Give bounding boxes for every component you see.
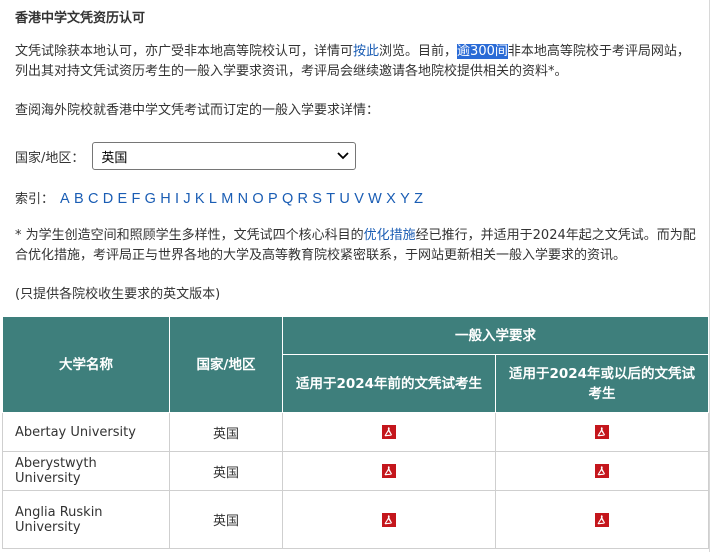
index-letter[interactable]: U <box>339 191 349 207</box>
country-filter-label: 国家/地区： <box>15 150 85 166</box>
index-letter[interactable]: O <box>252 191 263 207</box>
index-letter[interactable]: J <box>183 191 190 207</box>
university-country: 英国 <box>169 451 283 491</box>
index-letter[interactable]: R <box>298 191 308 207</box>
pdf-icon[interactable] <box>595 464 609 478</box>
country-filter: 国家/地区： 英国 <box>15 142 357 170</box>
intro-text: 文凭试除获本地认可，亦广受非本地高等院校认可，详情可 <box>15 44 354 59</box>
university-name: Abertay University <box>2 412 170 452</box>
pdf-before-2024-cell <box>282 490 496 549</box>
index-letter[interactable]: F <box>131 191 140 207</box>
index-letter[interactable]: N <box>238 191 248 207</box>
pdf-before-2024-cell <box>282 451 496 491</box>
index-letter[interactable]: I <box>175 191 179 207</box>
country-select[interactable]: 英国 <box>92 142 357 170</box>
index-letter[interactable]: L <box>209 191 217 207</box>
table-row: Anglia Ruskin University 英国 <box>2 490 709 549</box>
index-letter[interactable]: B <box>74 191 84 207</box>
index-letter[interactable]: V <box>354 191 364 207</box>
pdf-from-2024-cell <box>495 412 709 452</box>
index-letter[interactable]: P <box>268 191 278 207</box>
index-letter[interactable]: C <box>88 191 98 207</box>
pdf-from-2024-cell <box>495 451 709 491</box>
index-letter[interactable]: S <box>312 191 322 207</box>
pdf-from-2024-cell <box>495 490 709 549</box>
lookup-instruction: 查阅海外院校就香港中学文凭考试而订定的一般入学要求详情： <box>15 103 380 118</box>
index-letter[interactable]: W <box>368 191 382 207</box>
index-letter[interactable]: K <box>195 191 205 207</box>
pdf-icon[interactable] <box>382 464 396 478</box>
intro-paragraph: 文凭试除获本地认可，亦广受非本地高等院校认可，详情可按此浏览。目前，逾300间非… <box>15 42 697 82</box>
click-here-link[interactable]: 按此 <box>353 44 379 59</box>
university-country: 英国 <box>169 490 283 549</box>
university-name: Aberystwyth University <box>2 451 170 491</box>
index-letter[interactable]: Q <box>282 191 293 207</box>
note-text: * 为学生创造空间和照顾学生多样性，文凭试四个核心科目的 <box>15 228 364 243</box>
optimization-measures-link[interactable]: 优化措施 <box>364 228 416 243</box>
header-from-2024: 适用于2024年或以后的文凭试考生 <box>495 354 709 413</box>
index-letter[interactable]: M <box>221 191 233 207</box>
university-table: 大学名称 国家/地区 一般入学要求 适用于2024年前的文凭试考生 适用于202… <box>2 316 709 549</box>
index-letter[interactable]: D <box>103 191 113 207</box>
index-label: 索引： <box>15 192 55 207</box>
pdf-icon[interactable] <box>595 425 609 439</box>
index-letter[interactable]: G <box>145 191 156 207</box>
table-row: Abertay University 英国 <box>2 412 709 452</box>
index-letter[interactable]: H <box>160 191 170 207</box>
country-select-value: 英国 <box>101 150 128 166</box>
pdf-before-2024-cell <box>282 412 496 452</box>
header-requirements: 一般入学要求 <box>282 316 709 355</box>
index-letters: ABCDEFGHIJKLMNOPQRSTUVWXYZ <box>60 191 427 207</box>
highlighted-text: 逾300间 <box>457 44 508 59</box>
table-row: Aberystwyth University 英国 <box>2 451 709 491</box>
index-letter[interactable]: X <box>386 191 396 207</box>
english-version-note: (只提供各院校收生要求的英文版本) <box>15 287 221 302</box>
index-letter[interactable]: Z <box>414 191 423 207</box>
note-paragraph: * 为学生创造空间和照顾学生多样性，文凭试四个核心科目的优化措施经已推行，并适用… <box>15 226 697 266</box>
intro-text-2: 浏览。目前， <box>379 44 458 59</box>
page-title: 香港中学文凭资历认可 <box>15 11 146 26</box>
index-letter[interactable]: Y <box>400 191 410 207</box>
pdf-icon[interactable] <box>382 512 396 527</box>
index-letter[interactable]: T <box>326 191 335 207</box>
university-name: Anglia Ruskin University <box>2 490 170 549</box>
header-country: 国家/地区 <box>169 316 283 413</box>
index-letter[interactable]: E <box>118 191 128 207</box>
header-before-2024: 适用于2024年前的文凭试考生 <box>282 354 496 413</box>
index-letter[interactable]: A <box>60 191 70 207</box>
pdf-icon[interactable] <box>382 425 396 439</box>
chevron-down-icon <box>337 152 350 160</box>
university-country: 英国 <box>169 412 283 452</box>
header-university: 大学名称 <box>2 316 170 413</box>
pdf-icon[interactable] <box>595 512 609 527</box>
alphabet-index: 索引： ABCDEFGHIJKLMNOPQRSTUVWXYZ <box>15 188 427 207</box>
